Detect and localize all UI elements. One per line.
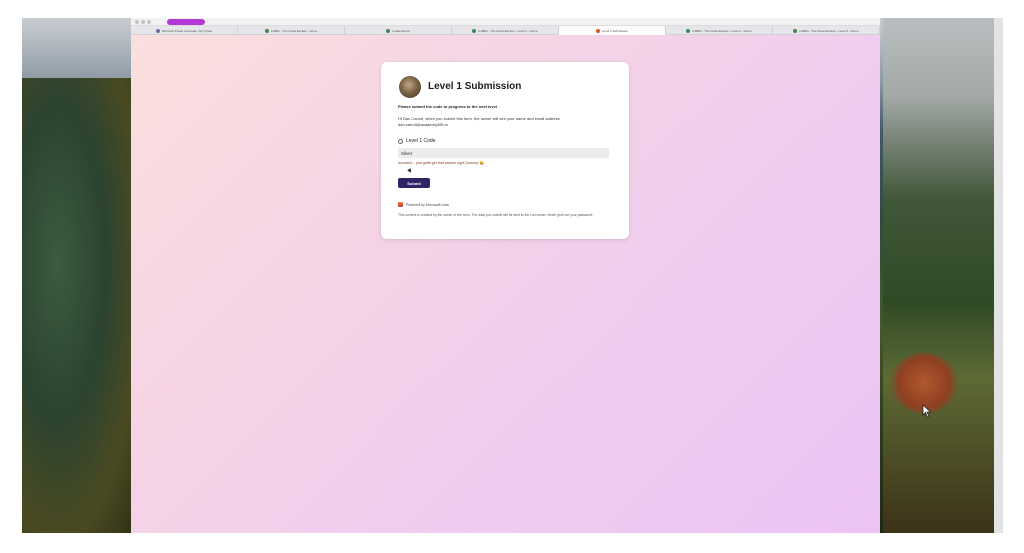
tab-favicon-icon (155, 28, 160, 33)
form-card: Level 1 Submission Please submit the cod… (381, 62, 629, 239)
mouse-cursor-icon (407, 168, 413, 174)
level-code-label: Level 1 Code (406, 138, 436, 144)
wallpaper-hill-left (22, 78, 142, 533)
level-code-input[interactable] (398, 148, 609, 158)
maximize-window-icon[interactable] (147, 20, 151, 24)
tab-bar: Microsoft Power Automate | My Flows ILMBG… (131, 26, 880, 35)
tab-label: Level 1 Submission (601, 28, 628, 33)
error-message: Incorrect... you gotta get that answer r… (398, 161, 485, 165)
minimize-window-icon[interactable] (141, 20, 145, 24)
tab-favicon-icon (386, 28, 391, 33)
disclaimer: This content is created by the owner of … (398, 213, 594, 217)
tab-favicon-icon (264, 28, 269, 33)
tab-label: ILMBG - The Great Escape - Level 1 - Hom… (478, 28, 538, 33)
tab-label: ILMBG - The Great Escape - Home (270, 28, 318, 33)
browser-tab[interactable]: ILMBG - The Great Escape - Level 2 - Hom… (666, 26, 773, 35)
close-window-icon[interactable] (135, 20, 139, 24)
tab-favicon-icon (686, 28, 691, 33)
form-subtitle: Please submit the code to progress to th… (398, 104, 497, 109)
powered-by-text: Powered by Microsoft Lists (406, 202, 449, 207)
window-scrollbar[interactable] (994, 18, 1003, 533)
tab-label: Microsoft Power Automate | My Flows (161, 28, 213, 33)
browser-tab[interactable]: Microsoft Power Automate | My Flows (131, 26, 238, 35)
tab-favicon-icon (793, 28, 798, 33)
tab-label: ILMBG - The Great Escape - Level 2 - Hom… (692, 28, 752, 33)
browser-tab[interactable]: ILMBG - The Great Escape - Level 1 - Hom… (452, 26, 559, 35)
submit-button[interactable]: Submit (398, 178, 430, 188)
tab-label: Leaderboard (392, 28, 410, 33)
tab-favicon-icon (595, 28, 600, 33)
tab-favicon-icon (472, 28, 477, 33)
microsoft-lists-icon (398, 202, 403, 207)
form-title: Level 1 Submission (428, 81, 522, 92)
browser-tab[interactable]: Leaderboard (345, 26, 452, 35)
form-logo (399, 76, 421, 98)
browser-tab[interactable]: ILMBG - The Great Escape - Home (238, 26, 345, 35)
mouse-pointer-icon (922, 404, 932, 418)
owner-notice: Hi Dan Carroll, when you submit this for… (398, 116, 560, 127)
wallpaper-hill-right (883, 18, 1003, 533)
browser-window: Microsoft Power Automate | My Flows ILMBG… (131, 18, 880, 533)
profile-pill[interactable] (167, 19, 205, 25)
browser-toolbar (131, 18, 880, 26)
browser-tab[interactable]: ILMBG - The Great Escape - Level 3 - Hom… (773, 26, 880, 35)
field-label-row: i Level 1 Code (398, 138, 435, 144)
powered-by: Powered by Microsoft Lists (398, 202, 449, 207)
tab-label: ILMBG - The Great Escape - Level 3 - Hom… (799, 28, 859, 33)
browser-tab[interactable]: Level 1 Submission (559, 26, 666, 35)
info-icon: i (398, 138, 403, 144)
